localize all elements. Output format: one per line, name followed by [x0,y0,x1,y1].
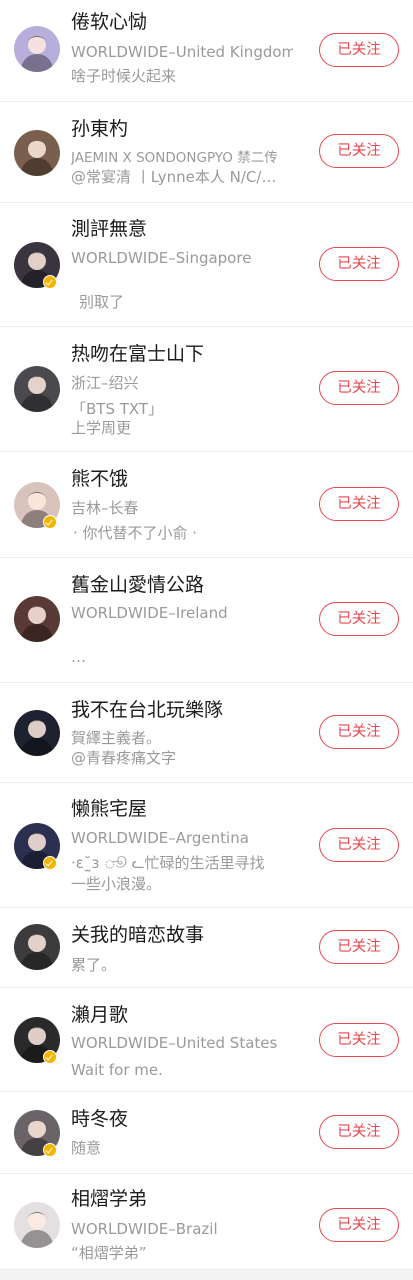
user-name[interactable]: 孙東杓 [71,117,128,141]
verified-badge-icon [43,275,57,289]
user-description-line: “相熠学弟” [71,1244,147,1262]
verified-badge-icon [43,1143,57,1157]
user-description-line: WORLDWIDE–Ireland [71,604,228,622]
user-row[interactable]: 瀨月歌 WORLDWIDE–United States Wait for me. 已关… [0,988,413,1092]
verified-badge-icon [43,856,57,870]
user-row[interactable]: 关我的暗恋故事累了。 已关注 [0,908,413,988]
followed-button[interactable]: 已关注 [319,1023,399,1057]
user-row[interactable]: 測評無意 WORLDWIDE–Singapore 别取了 已关注 [0,203,413,327]
user-row[interactable]: 热吻在富士山下浙江–绍兴「BTS TXT」 上学周更 已关注 [0,327,413,452]
user-name[interactable]: 瀨月歌 [71,1003,128,1027]
user-description-line: 随意 [71,1139,102,1157]
avatar[interactable] [14,1202,60,1248]
bottom-divider [0,1270,413,1280]
user-name[interactable]: 懒熊宅屋 [71,797,147,821]
user-description-line: 啥子时候火起来 [71,67,177,85]
followed-button[interactable]: 已关注 [319,828,399,862]
user-name[interactable]: 相熠学弟 [71,1187,147,1211]
user-name[interactable]: 关我的暗恋故事 [71,923,204,947]
user-row[interactable]: 孙東杓 JAEMIN X SONDONGPYO 禁二传 @常宴清 丨Lynne本人 … [0,102,413,203]
user-description-line: 一些小浪漫。 [71,875,162,893]
verified-badge-icon [43,1050,57,1064]
user-name[interactable]: 時冬夜 [71,1107,128,1131]
user-description-line: WORLDWIDE–United States [71,1034,278,1052]
followed-button[interactable]: 已关注 [319,371,399,405]
followed-button[interactable]: 已关注 [319,1115,399,1149]
user-row[interactable]: 時冬夜随意 已关注 [0,1092,413,1174]
followed-button[interactable]: 已关注 [319,134,399,168]
user-description-line: WORLDWIDE–Argentina [71,829,249,847]
avatar[interactable] [14,924,60,970]
user-name[interactable]: 舊金山愛情公路 [71,573,204,597]
user-description-line: 賀繹主義者。 [71,729,162,747]
followed-button[interactable]: 已关注 [319,487,399,521]
followed-button[interactable]: 已关注 [319,930,399,964]
user-row[interactable]: 我不在台北玩樂隊賀繹主義者。 @青春疼痛文字 已关注 [0,683,413,783]
user-description-line: 累了。 [71,956,117,974]
followed-button[interactable]: 已关注 [319,247,399,281]
user-description-line: Wait for me. [71,1061,163,1079]
user-description-line: @青春疼痛文字 [71,749,177,767]
followed-button[interactable]: 已关注 [319,33,399,67]
verified-badge-icon [43,515,57,529]
user-name[interactable]: 倦软心恸 [71,10,147,34]
user-row[interactable]: 倦软心恸 WORLDWIDE–United Kingdom 啥子时候火起来 已关注 [0,0,413,102]
avatar[interactable] [14,596,60,642]
user-description-line: 吉林–长春 [71,499,139,517]
avatar[interactable] [14,710,60,756]
followed-button[interactable]: 已关注 [319,602,399,636]
user-description-line: 浙江–绍兴 [71,374,139,392]
user-description-line: … [71,648,86,666]
user-description-line: 上学周更 [71,419,132,437]
user-name[interactable]: 我不在台北玩樂隊 [71,698,223,722]
user-name[interactable]: 热吻在富士山下 [71,342,204,366]
avatar[interactable] [14,130,60,176]
user-row[interactable]: 相熠学弟 WORLDWIDE–Brazil “相熠学弟” 已关注 [0,1174,413,1270]
avatar[interactable] [14,366,60,412]
user-description-line: 别取了 [79,293,125,311]
user-row[interactable]: 懒熊宅屋 WORLDWIDE–Argentina ·ɛ˘̫ɜ ூ ᓚ忙碌的生活里寻找… [0,783,413,908]
user-row[interactable]: 熊不饿吉林–长春 · 你代替不了小俞 · 已关注 [0,452,413,558]
user-name[interactable]: 熊不饿 [71,467,128,491]
user-name[interactable]: 測評無意 [71,217,147,241]
user-description-line: JAEMIN X SONDONGPYO 禁二传 [71,150,278,166]
user-description-line: @常宴清 丨Lynne本人 N/C/… [71,168,277,186]
user-description-line: WORLDWIDE–Brazil [71,1220,218,1238]
avatar[interactable] [14,26,60,72]
user-description-line: WORLDWIDE–Singapore [71,249,252,267]
followed-button[interactable]: 已关注 [319,1208,399,1242]
user-description-line: · 你代替不了小俞 · [73,524,198,542]
user-description-line: 「BTS TXT」 [71,400,164,418]
user-description-line: ·ɛ˘̫ɜ ூ ᓚ忙碌的生活里寻找 [71,854,265,872]
user-row[interactable]: 舊金山愛情公路 WORLDWIDE–Ireland … 已关注 [0,558,413,683]
followed-button[interactable]: 已关注 [319,715,399,749]
user-description-line: WORLDWIDE–United Kingdom [71,43,293,61]
